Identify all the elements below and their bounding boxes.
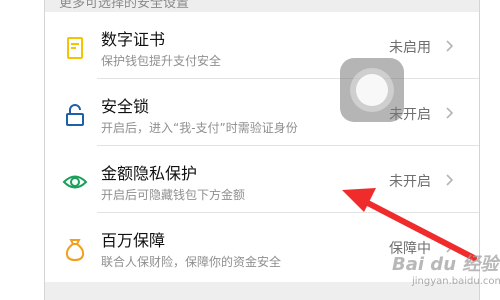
section-header-label: 更多可选择的安全设置	[59, 0, 190, 11]
certificate-icon	[61, 34, 89, 62]
row-title: 安全锁	[101, 97, 150, 116]
assistive-touch-button[interactable]	[340, 58, 404, 122]
section-header: 更多可选择的安全设置	[45, 0, 479, 12]
row-status: 未启用	[389, 40, 431, 56]
row-title: 金额隐私保护	[101, 164, 198, 183]
chevron-right-icon	[445, 37, 455, 55]
lock-icon	[61, 101, 89, 129]
baidu-watermark-url: jingyan.baidu.com	[412, 276, 500, 287]
row-description: 联合人保财险，保障你的资金安全	[101, 255, 282, 269]
row-description: 开启后可隐藏钱包下方金额	[101, 188, 246, 202]
chevron-right-icon	[445, 104, 455, 122]
list-item-security-lock[interactable]: 安全锁 开启后，进入“我-支付”时需验证身份 未开启	[45, 79, 479, 146]
row-status: 未开启	[389, 174, 431, 190]
chevron-right-icon	[445, 171, 455, 189]
row-description: 保护钱包提升支付安全	[101, 54, 222, 68]
row-title: 数字证书	[101, 30, 166, 49]
baidu-watermark-logo: Bai du 经验	[392, 254, 499, 275]
assistive-touch-center	[356, 74, 388, 106]
security-settings-list: 数字证书 保护钱包提升支付安全 未启用 安全锁 开启后，进入“我-支付”时需验证…	[45, 12, 479, 282]
list-item-amount-privacy[interactable]: 金额隐私保护 开启后可隐藏钱包下方金额 未开启	[45, 146, 479, 213]
money-bag-icon	[61, 235, 89, 263]
row-title: 百万保障	[101, 231, 166, 250]
row-description: 开启后，进入“我-支付”时需验证身份	[101, 121, 298, 135]
eye-icon	[61, 168, 89, 196]
list-item-digital-certificate[interactable]: 数字证书 保护钱包提升支付安全 未启用	[45, 12, 479, 79]
